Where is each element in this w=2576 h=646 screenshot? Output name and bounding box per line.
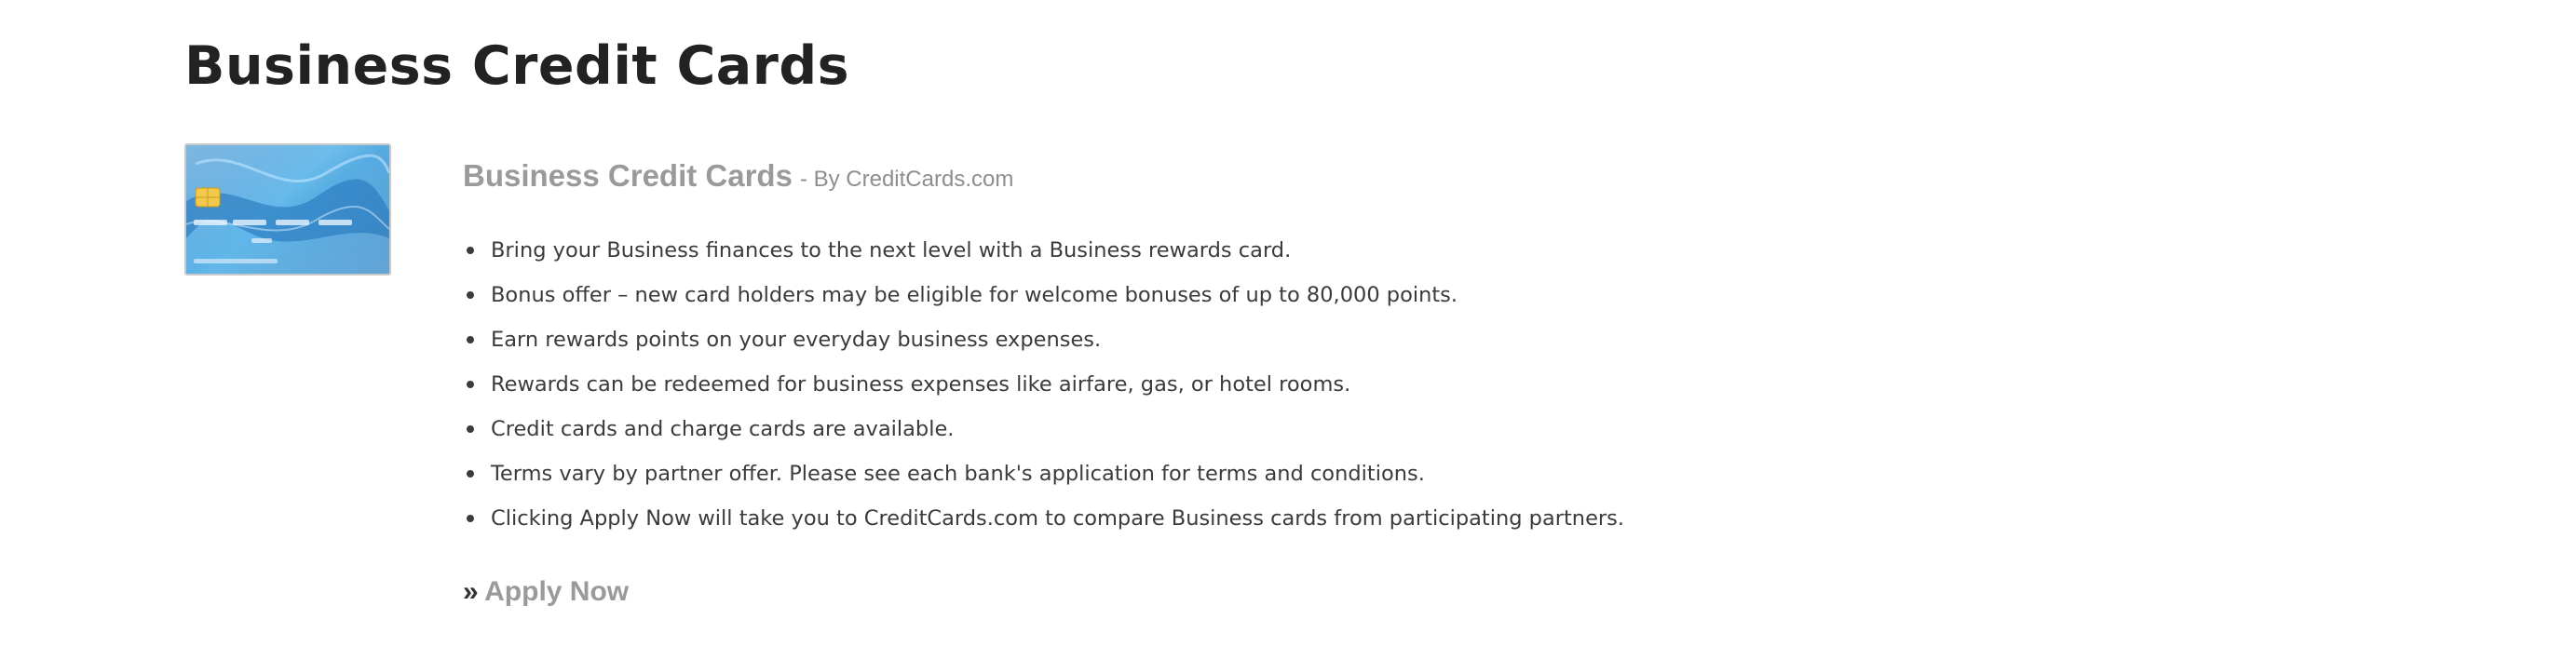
list-item: Earn rewards points on your everyday bus…: [463, 317, 2139, 362]
bullet-icon: [467, 291, 474, 299]
credit-card-icon: [186, 145, 389, 274]
bullet-icon: [467, 515, 474, 522]
list-item: Terms vary by partner offer. Please see …: [463, 451, 2139, 496]
list-item-text: Bonus offer – new card holders may be el…: [491, 283, 1458, 307]
apply-now-link[interactable]: Apply Now: [484, 576, 629, 607]
offer-title[interactable]: Business Credit Cards: [463, 158, 793, 193]
double-chevron-right-icon: »: [463, 576, 479, 607]
bullet-icon: [467, 247, 474, 254]
list-item-text: Rewards can be redeemed for business exp…: [491, 372, 1351, 397]
list-item-text: Bring your Business finances to the next…: [491, 238, 1292, 262]
bullet-icon: [467, 381, 474, 388]
list-item-text: Credit cards and charge cards are availa…: [491, 417, 955, 441]
list-item: Credit cards and charge cards are availa…: [463, 407, 2139, 451]
list-item-text: Clicking Apply Now will take you to Cred…: [491, 506, 1625, 531]
bullet-icon: [467, 425, 474, 433]
page-title: Business Credit Cards: [184, 35, 850, 97]
offer-details: Business Credit Cards - By CreditCards.co…: [463, 155, 2139, 617]
page: Business Credit Cards Business Credit Ca…: [0, 0, 2576, 646]
apply-now-row: » Apply Now: [463, 572, 2139, 617]
list-item-text: Terms vary by partner offer. Please see …: [491, 462, 1425, 486]
list-item: Clicking Apply Now will take you to Cred…: [463, 496, 2139, 541]
list-item: Bring your Business finances to the next…: [463, 228, 2139, 273]
offer-byline: - By CreditCards.com: [799, 167, 1014, 192]
feature-list: Bring your Business finances to the next…: [463, 228, 2139, 541]
credit-card-image[interactable]: [184, 143, 391, 276]
bullet-icon: [467, 470, 474, 478]
list-item-text: Earn rewards points on your everyday bus…: [491, 328, 1102, 352]
bullet-icon: [467, 336, 474, 343]
offer-heading: Business Credit Cards - By CreditCards.co…: [463, 155, 2139, 204]
list-item: Rewards can be redeemed for business exp…: [463, 362, 2139, 407]
list-item: Bonus offer – new card holders may be el…: [463, 273, 2139, 317]
